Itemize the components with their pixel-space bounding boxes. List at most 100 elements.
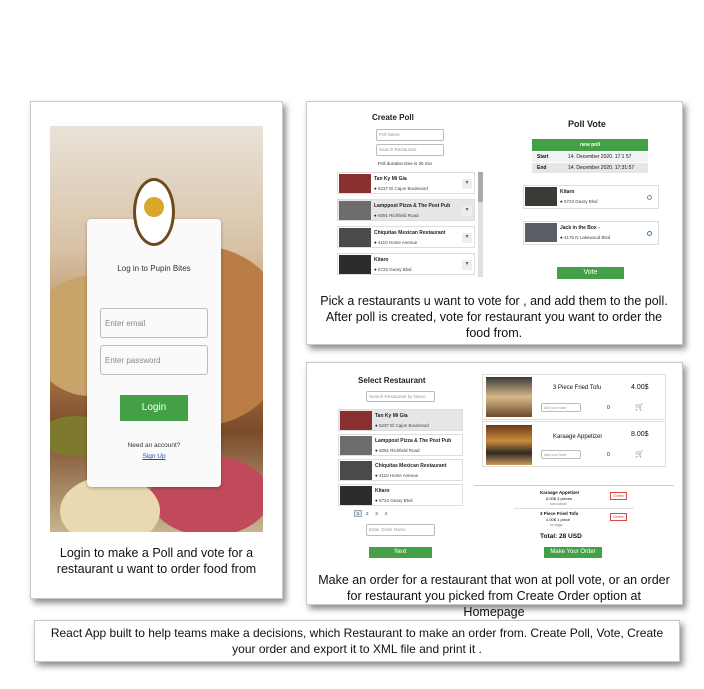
end-label: End — [537, 165, 547, 171]
restaurant-image — [525, 187, 557, 206]
order-summary: Karaage Appetizer 8.00$ 3 pieces sos sot… — [474, 485, 674, 561]
menu-item-name: Karaage Appetizer — [553, 434, 603, 440]
candidate-name: Jack in the Box - — [560, 225, 600, 231]
restaurant-item[interactable]: Chiquitas Mexican Restaurant ● 4110 Home… — [337, 226, 475, 248]
poll-screenshot: Create Poll Poll Name Search Restaurant … — [316, 111, 669, 281]
note-input[interactable]: Add your Note — [541, 403, 581, 412]
vote-radio[interactable] — [647, 195, 652, 200]
cart-icon[interactable]: 🛒 — [635, 450, 644, 458]
chevron-down-icon[interactable]: ▾ — [462, 179, 472, 189]
restaurant-item[interactable]: Kitaro ● 5723 Geary Blvd — [338, 484, 463, 506]
location-pin-icon: ● — [374, 240, 377, 245]
need-account-text: Need an account? — [127, 442, 181, 449]
menu-item-card: Karaage Appetizer 8.00$ Add your Note 0 … — [482, 421, 666, 467]
restaurant-image — [339, 255, 371, 274]
make-order-button[interactable]: Make Your Order — [544, 547, 602, 558]
pagination: 1 2 3 4 — [354, 510, 390, 517]
order-screenshot: Select Restaurant Search Restaurant by N… — [316, 371, 678, 563]
email-field[interactable]: Enter email — [100, 308, 208, 338]
poll-start-row: Start 14. December 2020. 17:1 57 — [532, 152, 648, 162]
restaurant-name: Chiquitas Mexican Restaurant — [375, 463, 447, 469]
pupin-bites-logo — [133, 178, 175, 246]
order-line-note: no eggs — [550, 523, 563, 527]
restaurant-image — [340, 411, 372, 430]
restaurant-image — [525, 223, 557, 242]
location-pin-icon: ● — [374, 213, 377, 218]
restaurant-address: ● 5237 El Cajon Boulevard — [374, 186, 428, 191]
restaurant-address: ● 5091 Richfield Road — [374, 213, 419, 218]
restaurant-item[interactable]: Chiquitas Mexican Restaurant ● 4110 Home… — [338, 459, 463, 481]
restaurant-image — [339, 201, 371, 220]
location-pin-icon: ● — [374, 186, 377, 191]
poll-duration-text: Poll duration time is 30 min — [378, 161, 433, 166]
login-button[interactable]: Login — [120, 395, 188, 421]
page-2[interactable]: 2 — [363, 511, 371, 516]
candidate-address: ● 4175 N Lakewood Blvd — [560, 235, 611, 240]
search-restaurant-input[interactable]: Search Restaurant — [376, 144, 444, 156]
page-1[interactable]: 1 — [354, 510, 362, 517]
restaurant-image — [339, 228, 371, 247]
restaurant-item[interactable]: Lamppost Pizza & The Post Pub ● 5091 Ric… — [337, 199, 475, 221]
quantity-value: 0 — [607, 452, 610, 458]
restaurant-name: Lamppost Pizza & The Post Pub — [374, 203, 451, 209]
menu-item-price: 8.00$ — [631, 431, 649, 438]
order-name-input[interactable]: Enter Order Name — [366, 524, 435, 536]
restaurant-image — [339, 174, 371, 193]
poll-candidate-item[interactable]: Kitaro ● 5723 Geary Blvd — [523, 185, 659, 209]
restaurant-address: ● 5091 Richfield Road — [375, 448, 420, 453]
tofu-image — [486, 377, 532, 417]
order-line-detail: 4.00$ 1 piece — [546, 517, 571, 522]
order-caption: Make an order for a restaurant that won … — [318, 573, 670, 619]
restaurant-name: Lamppost Pizza & The Post Pub — [375, 438, 452, 444]
restaurant-image — [340, 486, 372, 505]
restaurant-address: ● 4110 Home Avenue — [374, 240, 418, 245]
poll-candidate-item[interactable]: Jack in the Box - ● 4175 N Lakewood Blvd — [523, 221, 659, 245]
vote-radio[interactable] — [647, 231, 652, 236]
poll-name-input[interactable]: Poll Name — [376, 129, 444, 141]
menu-item-name: 3 Piece Fried Tofu — [553, 385, 602, 391]
delete-button[interactable]: Delete — [610, 492, 627, 500]
restaurant-address: ● 5723 Geary Blvd — [375, 498, 413, 503]
order-line-detail: 8.00$ 3 pieces — [546, 496, 573, 501]
restaurant-item[interactable]: Tan Ky Mi Gia ● 5237 El Cajon Boulevard … — [337, 172, 475, 194]
footer-text: React App built to help teams make a dec… — [50, 626, 664, 656]
menu-item-card: 3 Piece Fried Tofu 4.00$ Add your Note 0… — [482, 374, 666, 420]
candidate-address: ● 5723 Geary Blvd — [560, 199, 598, 204]
chevron-down-icon[interactable]: ▾ — [462, 233, 472, 243]
poll-vote-title: Poll Vote — [568, 119, 606, 129]
chevron-down-icon[interactable]: ▾ — [462, 260, 472, 270]
clock-icon — [144, 197, 164, 217]
restaurant-image — [340, 461, 372, 480]
restaurant-item[interactable]: Lamppost Pizza & The Post Pub ● 5091 Ric… — [338, 434, 463, 456]
vote-button[interactable]: Vote — [557, 267, 624, 279]
restaurant-address: ● 5723 Geary Blvd — [374, 267, 412, 272]
poll-caption: Pick a restaurants u want to vote for , … — [320, 294, 668, 340]
order-total: Total: 28 USD — [540, 533, 582, 540]
next-button[interactable]: Next — [369, 547, 432, 558]
signup-link[interactable]: Sign Up — [110, 453, 198, 460]
menu-item-price: 4.00$ — [631, 384, 649, 391]
restaurant-image — [340, 436, 372, 455]
password-field[interactable]: Enter password — [100, 345, 208, 375]
start-label: Start — [537, 154, 549, 160]
page-3[interactable]: 3 — [373, 511, 381, 516]
restaurant-list-scrollbar[interactable] — [478, 172, 483, 277]
restaurant-item[interactable]: Kitaro ● 5723 Geary Blvd ▾ — [337, 253, 475, 275]
order-line-name: 3 Piece Fried Tofu — [540, 511, 579, 516]
note-input[interactable]: Add your Note — [541, 450, 581, 459]
page-4[interactable]: 4 — [382, 511, 390, 516]
login-caption: Login to make a Poll and vote for a rest… — [56, 546, 257, 576]
search-by-name-input[interactable]: Search Restaurant by Name — [366, 391, 435, 402]
restaurant-item[interactable]: Tan Ky Mi Gia ● 5237 El Cajon Boulevard — [338, 409, 463, 431]
end-value: 14. December 2020. 17:31:57 — [568, 165, 635, 171]
delete-button[interactable]: Delete — [610, 513, 627, 521]
restaurant-address: ● 4110 Home Avenue — [375, 473, 419, 478]
poll-name-banner: new poll — [532, 139, 648, 151]
order-line-name: Karaage Appetizer — [540, 490, 580, 495]
quantity-value: 0 — [607, 405, 610, 411]
candidate-name: Kitaro — [560, 189, 575, 195]
location-pin-icon: ● — [374, 267, 377, 272]
cart-icon[interactable]: 🛒 — [635, 403, 644, 411]
burger-image — [486, 425, 532, 465]
chevron-down-icon[interactable]: ▾ — [462, 206, 472, 216]
